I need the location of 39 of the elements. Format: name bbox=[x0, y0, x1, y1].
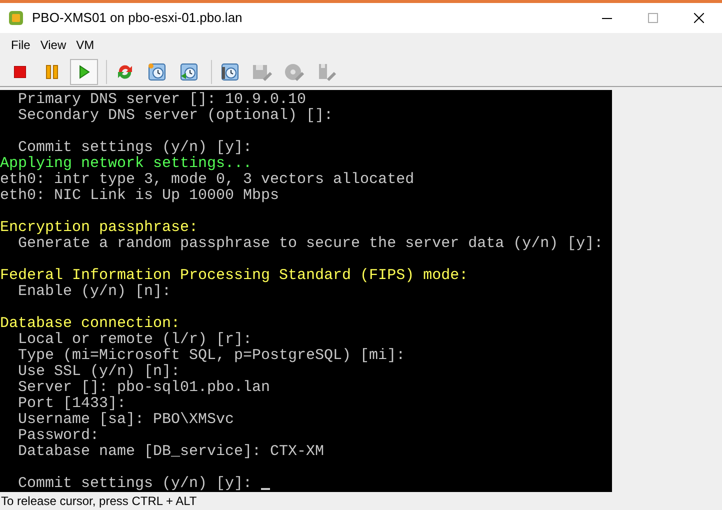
console-line: Username [sa]: PBO\XMSvc bbox=[17, 412, 234, 428]
console-line: Database name [DB_service]: CTX-XM bbox=[17, 444, 324, 460]
console-line: Type (mi=Microsoft SQL, p=PostgreSQL) [mi]: bbox=[17, 348, 406, 364]
console-line: Generate a random passphrase to secure the server data (y/n) [y]: bbox=[17, 236, 604, 252]
play-icon bbox=[78, 64, 90, 78]
console-line: eth0: NIC Link is Up 10000 Mbps bbox=[0, 188, 280, 204]
console-line: Federal Information Processing Standard (FIPS) mode: bbox=[0, 268, 468, 284]
console-line: Enable (y/n) [n]: bbox=[17, 284, 172, 300]
status-text: To release cursor, press CTRL + ALT bbox=[1, 493, 197, 510]
console-line: Use SSL (y/n) [n]: bbox=[17, 364, 180, 380]
window-title: PBO-XMS01 on pbo-esxi-01.pbo.lan bbox=[32, 9, 242, 28]
close-icon bbox=[694, 13, 704, 23]
console-line: Database connection: bbox=[0, 316, 180, 332]
maximize-icon bbox=[648, 13, 658, 23]
console-line: Applying network settings... bbox=[0, 156, 252, 172]
console-line: Primary DNS server []: 10.9.0.10 bbox=[17, 92, 306, 108]
usb-icon bbox=[316, 62, 336, 82]
console-line: Secondary DNS server (optional) []: bbox=[17, 108, 334, 124]
console-line: Port [1433]: bbox=[17, 396, 126, 412]
refresh-icon bbox=[116, 62, 134, 80]
clock-icon bbox=[147, 62, 167, 82]
console-line: Password: bbox=[17, 428, 100, 444]
pause-icon bbox=[46, 64, 58, 78]
console-line: Server []: pbo-sql01.pbo.lan bbox=[17, 380, 270, 396]
stop-icon bbox=[14, 66, 26, 78]
menu-item[interactable]: View bbox=[35, 36, 72, 54]
console-screen[interactable] bbox=[0, 90, 612, 492]
console-line: Encryption passphrase: bbox=[0, 220, 198, 236]
disc-icon bbox=[284, 62, 304, 82]
app-logo-icon bbox=[8, 10, 24, 26]
console-line: Commit settings (y/n) [y]: bbox=[17, 140, 252, 156]
clock-icon bbox=[179, 62, 199, 82]
console-line: Commit settings (y/n) [y]: bbox=[17, 476, 254, 492]
console-line: Local or remote (l/r) [r]: bbox=[17, 332, 252, 348]
menu-item[interactable]: File bbox=[6, 36, 36, 54]
toolbar-button[interactable] bbox=[70, 58, 98, 84]
console-line: eth0: intr type 3, mode 0, 3 vectors allocated bbox=[0, 172, 414, 188]
menu-item[interactable]: VM bbox=[71, 36, 100, 54]
clock-icon bbox=[220, 62, 240, 82]
